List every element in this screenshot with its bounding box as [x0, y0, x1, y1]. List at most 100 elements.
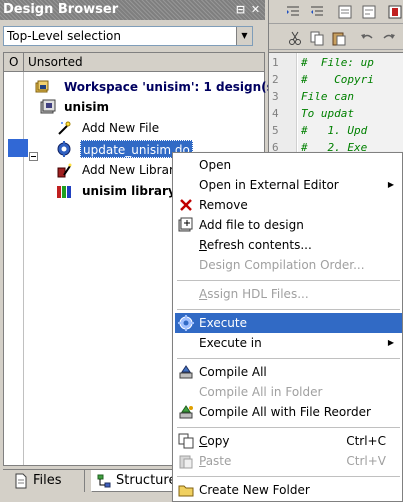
status-column-header[interactable]: O: [4, 53, 24, 71]
code-line: # File: up: [301, 56, 374, 69]
copy-icon: [178, 433, 194, 449]
menu-item-add-file-to-design[interactable]: Add file to design: [175, 215, 402, 235]
menu-item-shortcut: Ctrl+V: [346, 454, 386, 468]
menu-separator: [177, 427, 400, 428]
context-menu: Open Open in External Editor ▶ Remove Ad…: [172, 152, 403, 502]
menu-item-shortcut: Ctrl+C: [346, 434, 386, 448]
add-file-icon: [178, 217, 193, 232]
menu-item-open[interactable]: Open: [175, 155, 402, 175]
menu-item-paste: Paste Ctrl+V: [175, 451, 402, 471]
menu-item-copy[interactable]: Copy Ctrl+C: [175, 431, 402, 451]
code-line: # Copyri: [301, 73, 374, 86]
menu-item-label: Copy: [199, 434, 230, 448]
add-new-library-label: Add New Library: [82, 163, 181, 177]
menu-item-label: Paste: [199, 454, 232, 468]
design-browser-titlebar: Design Browser ⊟ ✕: [0, 0, 265, 20]
structure-icon: [97, 474, 111, 488]
code-line: # 1. Upd: [301, 124, 368, 137]
magic-wand-icon: [58, 121, 71, 135]
scope-dropdown[interactable]: Top-Level selection ▼: [3, 26, 253, 46]
menu-separator: [177, 309, 400, 310]
menu-item-design-compilation-order: Design Compilation Order...: [175, 255, 402, 275]
add-new-file-label: Add New File: [82, 121, 160, 135]
menu-item-execute-in[interactable]: Execute in ▶: [175, 333, 402, 353]
menu-item-remove[interactable]: Remove: [175, 195, 402, 215]
menu-item-label: Create New Folder: [199, 483, 310, 497]
menu-item-label: Compile All with File Reorder: [199, 405, 371, 419]
menu-item-open-external[interactable]: Open in External Editor ▶: [175, 175, 402, 195]
macro-file-icon: [57, 141, 71, 157]
uncomment-block-icon[interactable]: [361, 4, 377, 20]
undo-icon[interactable]: [359, 30, 375, 46]
magic-wand-icon: [57, 163, 72, 178]
menu-separator: [177, 358, 400, 359]
tree-item-workspace[interactable]: Workspace 'unisim': 1 design(s): [34, 78, 279, 96]
execute-icon: [178, 315, 194, 331]
menu-item-label: Open: [199, 158, 232, 172]
menu-item-label: Compile All: [199, 365, 267, 379]
code-line: File can: [301, 90, 354, 103]
tab-files-label: Files: [33, 473, 62, 488]
menu-item-label: Compile All in Folder: [199, 385, 323, 399]
scope-dropdown-value: Top-Level selection: [7, 29, 122, 43]
status-marker: [8, 139, 28, 157]
tab-structure-label: Structure: [116, 473, 177, 488]
library-books-icon: [57, 186, 71, 198]
code-line: To updat: [301, 107, 354, 120]
tree-header: O Unsorted: [4, 53, 264, 72]
tab-files[interactable]: Files: [9, 470, 85, 492]
menu-separator: [177, 280, 400, 281]
tab-structure[interactable]: Structure: [91, 470, 181, 492]
outdent-icon[interactable]: [309, 4, 325, 20]
compile-icon: [179, 365, 193, 379]
line-number: 4: [272, 107, 279, 120]
design-label: unisim: [64, 100, 109, 114]
menu-item-label: Execute: [199, 316, 247, 330]
menu-item-label: Open in External Editor: [199, 178, 339, 192]
menu-item-label: Add file to design: [199, 218, 304, 232]
paste-icon[interactable]: [331, 30, 347, 46]
design-icon: [40, 99, 56, 114]
redo-icon[interactable]: [381, 30, 397, 46]
menu-separator: [177, 476, 400, 477]
line-number: 1: [272, 56, 279, 69]
cut-icon[interactable]: [287, 30, 303, 46]
menu-item-compile-all-in-folder: Compile All in Folder: [175, 382, 402, 402]
line-number: 5: [272, 124, 279, 137]
workspace-icon: [35, 80, 49, 93]
comment-block-icon[interactable]: [337, 4, 353, 20]
paste-icon: [179, 455, 193, 469]
bookmark-icon[interactable]: [387, 4, 403, 20]
submenu-arrow-icon: ▶: [387, 338, 394, 347]
editor-toolbar-edit: [269, 26, 403, 50]
design-browser-title: Design Browser: [3, 2, 119, 17]
pin-icon[interactable]: ⊟: [234, 3, 247, 16]
close-icon[interactable]: ✕: [249, 3, 262, 16]
files-icon: [15, 473, 27, 489]
menu-item-create-new-folder[interactable]: Create New Folder: [175, 480, 402, 500]
submenu-arrow-icon: ▶: [387, 180, 394, 189]
menu-item-label: Execute in: [199, 336, 262, 350]
menu-item-compile-all[interactable]: Compile All: [175, 362, 402, 382]
sort-column-header[interactable]: Unsorted: [25, 53, 263, 71]
menu-item-assign-hdl-files: Assign HDL Files...: [175, 284, 402, 304]
menu-item-compile-all-reorder[interactable]: Compile All with File Reorder: [175, 402, 402, 422]
menu-item-execute[interactable]: Execute: [175, 313, 402, 333]
copy-icon[interactable]: [309, 30, 325, 46]
menu-item-refresh-contents[interactable]: Refresh contents...: [175, 235, 402, 255]
menu-item-label: Refresh contents...: [199, 238, 312, 252]
folder-icon: [178, 485, 194, 497]
tree-item-design[interactable]: unisim: [40, 98, 240, 116]
tree-item-add-new-file[interactable]: Add New File: [56, 119, 236, 137]
menu-item-label: Assign HDL Files...: [199, 287, 309, 301]
remove-icon: [180, 199, 192, 211]
menu-item-label: Remove: [199, 198, 248, 212]
editor-toolbar-top: [269, 0, 403, 24]
chevron-down-icon[interactable]: ▼: [236, 27, 252, 45]
library-label: unisim library: [82, 184, 176, 198]
status-column: [4, 72, 24, 465]
indent-icon[interactable]: [285, 4, 301, 20]
collapse-icon[interactable]: [29, 152, 38, 161]
menu-item-label: Design Compilation Order...: [199, 258, 365, 272]
compile-reorder-icon: [179, 405, 193, 419]
